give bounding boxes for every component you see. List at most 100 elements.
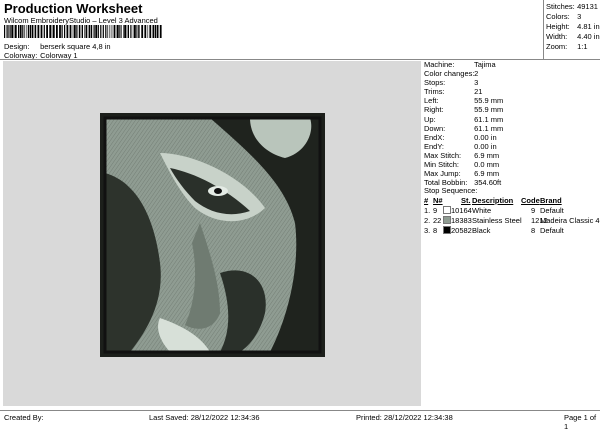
barcode-bar [8, 25, 9, 38]
barcode-bar [9, 25, 11, 38]
page-number: Page 1 of 1 [564, 413, 597, 431]
barcode-bar [27, 25, 29, 38]
info-row: Right: 55.9 mm [424, 105, 503, 114]
info-value: 21 [474, 87, 483, 97]
info-value: Tajima [473, 60, 496, 69]
summary-panel: Stitches: 49131 Colors: 3 Height: 4.81 i… [546, 2, 600, 52]
barcode-bar [73, 25, 76, 38]
page-title: Production Worksheet [4, 1, 143, 16]
created-by: Created By: [4, 413, 44, 422]
height-value: 4.81 in [577, 22, 600, 31]
cell-brand: Default [540, 206, 564, 215]
cell-n: 8 [433, 226, 438, 235]
col-header-st: St. [461, 196, 471, 205]
info-row: Color changes: 2 [424, 69, 503, 78]
barcode-bar [115, 25, 117, 38]
barcode-bar [32, 25, 34, 38]
barcode-bar [123, 25, 124, 38]
last-saved: Last Saved: 28/12/2022 12:34:36 [149, 413, 260, 422]
info-label: Min Stitch: [424, 160, 460, 170]
barcode-bar [81, 25, 83, 38]
cell-code: 8 [531, 226, 536, 235]
info-value: 55.9 mm [474, 96, 504, 106]
cell-num: 2. [424, 216, 431, 225]
footer-divider [0, 410, 600, 411]
info-label: EndY: [424, 141, 445, 151]
barcode-bar [56, 25, 58, 38]
summary-divider [543, 0, 544, 59]
info-row: Up: 61.1 mm [424, 115, 503, 124]
barcode-bar [35, 25, 37, 38]
software-subtitle: Wilcom EmbroideryStudio – Level 3 Advanc… [4, 16, 158, 25]
barcode-bar [69, 25, 72, 38]
barcode-bar [43, 25, 45, 38]
cell-st: 10164 [451, 206, 472, 215]
barcode-bar [51, 25, 53, 38]
barcode-bar [112, 25, 114, 38]
info-value: 0.00 in [474, 141, 497, 151]
col-header-n: N# [433, 196, 443, 205]
info-value: 6.9 mm [474, 169, 500, 179]
zoom-label: Zoom: [546, 42, 568, 51]
barcode-bar [18, 25, 20, 38]
info-row: Machine: Tajima [424, 60, 503, 69]
barcode-bar [136, 25, 137, 38]
cell-num: 3. [424, 226, 431, 235]
cell-st: 20582 [451, 226, 472, 235]
cell-description: Stainless Steel [472, 216, 522, 225]
width-label: Width: [546, 32, 568, 41]
barcode-bar [49, 25, 52, 38]
info-label: Max Stitch: [424, 150, 462, 160]
barcode-bar [59, 25, 61, 38]
barcode-bar [25, 25, 27, 38]
info-label: Down: [424, 123, 446, 133]
info-row: Down: 61.1 mm [424, 124, 503, 133]
info-row: Stops: 3 [424, 78, 503, 87]
design-preview [100, 113, 325, 357]
cell-num: 1. [424, 206, 431, 215]
barcode-bar [64, 25, 66, 38]
embroidery-artwork [103, 116, 322, 354]
barcode-bar [132, 25, 134, 38]
barcode-bar [72, 25, 74, 38]
stop-sequence-title: Stop Sequence: [424, 186, 478, 195]
cell-n: 9 [433, 206, 438, 215]
info-label: Left: [424, 96, 439, 106]
height-label: Height: [546, 22, 570, 31]
color-swatch [443, 216, 451, 224]
barcode-bar [141, 25, 144, 38]
info-label: Color changes: [424, 69, 475, 79]
barcode [4, 25, 162, 38]
barcode-bar [127, 25, 129, 38]
barcode-bar [108, 25, 110, 38]
printed-date: Printed: 28/12/2022 12:34:38 [356, 413, 453, 422]
barcode-bar [97, 25, 99, 38]
barcode-bar [105, 25, 107, 38]
info-value: 2 [474, 69, 479, 79]
design-label: Design: [4, 42, 30, 51]
barcode-bar [152, 25, 155, 38]
colors-label: Colors: [546, 12, 570, 21]
barcode-bar [76, 25, 78, 38]
barcode-bar [102, 25, 104, 38]
info-row: EndY: 0.00 in [424, 142, 503, 151]
info-value: 0.00 in [474, 132, 497, 142]
barcode-bar [88, 25, 91, 38]
barcode-bar [61, 25, 63, 38]
col-header-brand: Brand [540, 196, 562, 205]
barcode-bar [93, 25, 95, 38]
barcode-bar [124, 25, 126, 38]
info-value: 6.9 mm [474, 150, 500, 160]
header-divider [0, 59, 600, 60]
barcode-bar [130, 25, 132, 38]
barcode-bar [19, 25, 22, 38]
width-value: 4.40 in [577, 32, 600, 41]
cell-description: Black [472, 226, 491, 235]
info-value: 55.9 mm [474, 105, 504, 115]
design-value: berserk square 4,8 in [40, 42, 111, 51]
barcode-bar [29, 25, 32, 38]
cell-n: 22 [433, 216, 442, 225]
info-row: Left: 55.9 mm [424, 96, 503, 105]
barcode-bar [66, 25, 69, 38]
barcode-bar [149, 25, 152, 38]
